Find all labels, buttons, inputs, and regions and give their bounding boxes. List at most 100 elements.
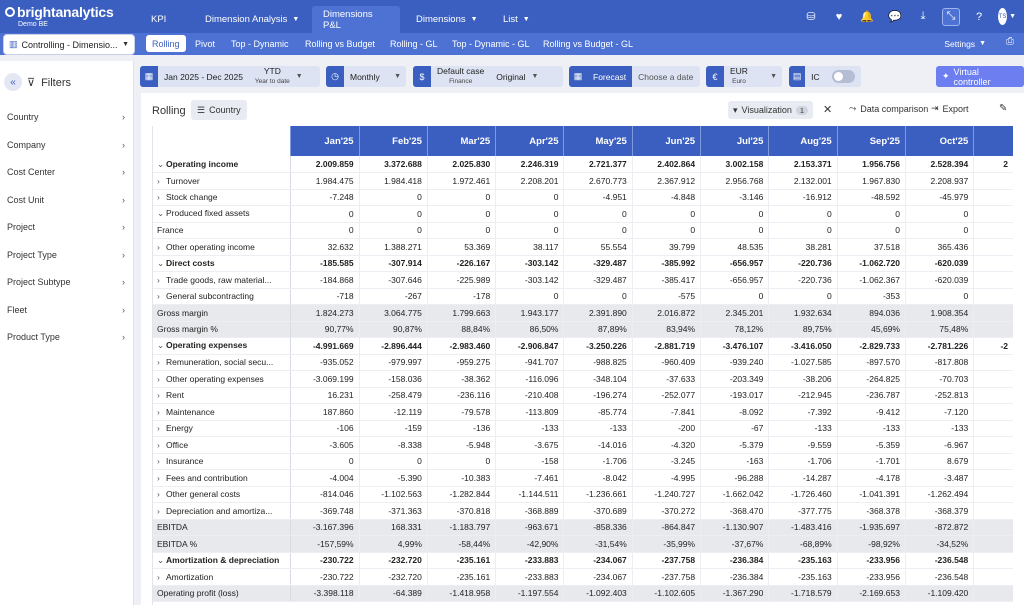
chevron-right-icon[interactable]: › xyxy=(157,357,166,367)
filter-fleet[interactable]: Fleet › xyxy=(7,302,125,318)
column-header[interactable]: Apr'25 xyxy=(495,126,564,156)
table-row[interactable]: › General subcontracting -718 -267 -178 0 0 -57… xyxy=(153,288,1013,305)
chevron-right-icon[interactable]: › xyxy=(157,489,166,499)
currency-select[interactable]: € EUR Euro ▼ xyxy=(706,66,782,87)
report-selector[interactable]: ▥ Controlling - Dimensio... ▼ xyxy=(3,34,135,55)
print-icon[interactable]: ⎙ xyxy=(1006,36,1014,47)
forecast-date-input[interactable]: Choose a date xyxy=(632,72,699,82)
column-header[interactable]: Aug'25 xyxy=(768,126,838,156)
table-row[interactable]: › Office -3.605 -8.338 -5.948 -3.675 -14.016 -4… xyxy=(153,436,1013,454)
table-row[interactable]: › Other operating income 32.632 1.388.271 53… xyxy=(153,238,1013,256)
table-row[interactable]: › Insurance 0 0 0 -158 -1.706 -3.245 -163 -1.706-… xyxy=(153,453,1013,470)
filter-project-subtype[interactable]: Project Subtype › xyxy=(7,274,125,290)
chevron-right-icon[interactable]: › xyxy=(157,572,166,582)
table-row[interactable]: › Energy -106 -159 -136 -133 -133 -200 -67 -133 -1… xyxy=(153,420,1013,437)
filter-company[interactable]: Company › xyxy=(7,137,125,153)
ic-toggle[interactable] xyxy=(831,70,855,83)
chevron-right-icon[interactable]: › xyxy=(157,176,166,186)
chevron-down-icon[interactable]: ⌄ xyxy=(157,555,166,566)
subtab-rolling-vs-budget[interactable]: Rolling vs Budget xyxy=(299,35,381,52)
filter-project[interactable]: Project › xyxy=(7,219,125,235)
chevron-right-icon[interactable]: › xyxy=(157,423,166,433)
chevron-down-icon[interactable]: ⌄ xyxy=(157,340,166,351)
column-header[interactable]: Jun'25 xyxy=(631,126,701,156)
frequency-select[interactable]: ◷ Monthly ▼ xyxy=(326,66,406,87)
data-comparison-button[interactable]: ⤳ Data comparison xyxy=(849,103,928,114)
nav-tab-dimension-analysis[interactable]: Dimension Analysis ▼ xyxy=(194,6,310,33)
scenario-type[interactable]: Original xyxy=(490,72,531,82)
table-row[interactable]: ⌄ Operating income 2.009.859 3.372.688 2.025… xyxy=(153,156,1013,173)
table-row[interactable]: EBITDA % -157,59% 4,99% -58,44% -42,90% -31,5… xyxy=(153,535,1013,553)
table-row[interactable]: ⌄ Operating expenses -4.991.669 -2.896.444-… xyxy=(153,337,1013,355)
table-row[interactable]: Gross margin % 90,77% 90,87% 88,84% 86,50% 87… xyxy=(153,321,1013,338)
subtab-top-dynamic-gl[interactable]: Top - Dynamic - GL xyxy=(446,35,536,52)
chevron-down-icon[interactable]: ⌄ xyxy=(157,208,166,219)
subtab-pivot[interactable]: Pivot xyxy=(189,35,221,52)
period-picker[interactable]: ▦ Jan 2025 - Dec 2025 YTD Year to date ▼ xyxy=(140,66,320,87)
chevron-right-icon[interactable]: › xyxy=(157,473,166,483)
table-row[interactable]: › Fees and contribution -4.004 -5.390 -10.38… xyxy=(153,469,1013,487)
database-icon[interactable]: ⛁ xyxy=(802,8,820,26)
filter-project-type[interactable]: Project Type › xyxy=(7,247,125,263)
table-row[interactable]: EBITDA -3.167.396 168.331 -1.183.797 -963.67… xyxy=(153,519,1013,536)
forecast-control[interactable]: ▦ Forecast Choose a date xyxy=(569,66,700,87)
nav-tab-dimensions-pl[interactable]: Dimensions P&L xyxy=(312,6,400,33)
column-header[interactable]: Mar'25 xyxy=(426,126,496,156)
download-icon[interactable]: ⤓ xyxy=(914,8,932,26)
table-row[interactable]: › Other general costs -814.046 -1.102.563 -1… xyxy=(153,486,1013,503)
table-row[interactable]: › Other operating expenses -3.069.199 -158.… xyxy=(153,370,1013,388)
filter-cost-unit[interactable]: Cost Unit › xyxy=(7,192,125,208)
column-header[interactable]: Feb'25 xyxy=(358,126,428,156)
chevron-right-icon[interactable]: › xyxy=(157,374,166,384)
forecast-label[interactable]: Forecast xyxy=(587,66,633,87)
filter-product-type[interactable]: Product Type › xyxy=(7,329,125,345)
chevron-down-icon[interactable]: ⌄ xyxy=(157,159,166,170)
edit-icon[interactable]: ✎ xyxy=(999,103,1007,114)
chevron-down-icon[interactable]: ⌄ xyxy=(157,258,166,269)
nav-tab-dimensions[interactable]: Dimensions ▼ xyxy=(405,6,489,33)
ic-toggle-control[interactable]: ▤ IC xyxy=(789,66,861,87)
nav-tab-kpi[interactable]: KPI xyxy=(140,6,177,33)
subtab-rolling[interactable]: Rolling xyxy=(146,35,186,52)
period-mode[interactable]: YTD Year to date xyxy=(249,67,296,86)
user-menu[interactable]: TS ▼ xyxy=(998,8,1016,26)
visualization-button[interactable]: ▾ Visualization 1 xyxy=(728,101,814,119)
chevron-right-icon[interactable]: › xyxy=(157,456,166,466)
column-header[interactable]: May'25 xyxy=(563,126,633,156)
subtab-rolling-vs-budget-gl[interactable]: Rolling vs Budget - GL xyxy=(537,35,639,52)
scenario-select[interactable]: $ Default case Finance Original ▼ xyxy=(413,66,563,87)
dimension-chip-country[interactable]: ☰ Country xyxy=(191,100,247,120)
collapse-sidebar-icon[interactable]: « xyxy=(4,73,22,91)
table-row[interactable]: ⌄ Amortization & depreciation -230.722 -232… xyxy=(153,552,1013,569)
table-row[interactable]: › Maintenance 187.860 -12.119 -79.578 -113.80… xyxy=(153,403,1013,421)
table-row[interactable]: › Amortization -230.722 -232.720 -235.161 -23… xyxy=(153,568,1013,586)
chevron-right-icon[interactable]: › xyxy=(157,440,166,450)
table-row[interactable]: France 0 0 0 0 0 0 0 0 0 0 xyxy=(153,222,1013,239)
column-header[interactable]: Sep'25 xyxy=(836,126,906,156)
brand-logo[interactable]: brightanalytics Demo BE xyxy=(5,4,114,28)
scenario-case[interactable]: Default case Finance xyxy=(431,67,490,86)
chevron-right-icon[interactable]: › xyxy=(157,192,166,202)
table-row[interactable]: › Turnover 1.984.475 1.984.418 1.972.461 2.20… xyxy=(153,172,1013,190)
table-row[interactable]: ⌄ Direct costs -185.585 -307.914 -226.167 -30… xyxy=(153,255,1013,272)
chevron-right-icon[interactable]: › xyxy=(157,390,166,400)
table-row[interactable]: › Trade goods, raw material... -184.868 -30… xyxy=(153,271,1013,289)
health-heart-icon[interactable]: ♥ xyxy=(830,8,848,26)
virtual-controller-button[interactable]: ✦ Virtual controller xyxy=(936,66,1024,87)
filter-cost-center[interactable]: Cost Center › xyxy=(7,164,125,180)
column-header[interactable]: Jul'25 xyxy=(700,126,769,156)
filter-country[interactable]: Country › xyxy=(7,109,125,125)
subtab-top-dynamic[interactable]: Top - Dynamic xyxy=(225,35,295,52)
table-row[interactable]: › Rent 16.231 -258.479 -236.116 -210.408 -196.… xyxy=(153,387,1013,404)
table-row[interactable]: ⌄ Produced fixed assets 0 0 0 0 0 0 0 0 0 0 xyxy=(153,205,1013,223)
chat-icon[interactable]: 💬 xyxy=(886,8,904,26)
column-header[interactable]: Jan'25 xyxy=(290,126,360,156)
table-row[interactable]: › Depreciation and amortiza... -369.748 -37… xyxy=(153,502,1013,520)
chevron-right-icon[interactable]: › xyxy=(157,407,166,417)
settings-menu[interactable]: Settings ▼ xyxy=(944,35,986,52)
help-icon[interactable]: ? xyxy=(970,8,988,26)
chevron-right-icon[interactable]: › xyxy=(157,275,166,285)
column-header[interactable]: Oct'25 xyxy=(904,126,974,156)
compress-icon[interactable]: ⤡ xyxy=(942,7,960,26)
table-row[interactable]: Operating profit (loss) -3.398.118 -64.389… xyxy=(153,585,1013,602)
